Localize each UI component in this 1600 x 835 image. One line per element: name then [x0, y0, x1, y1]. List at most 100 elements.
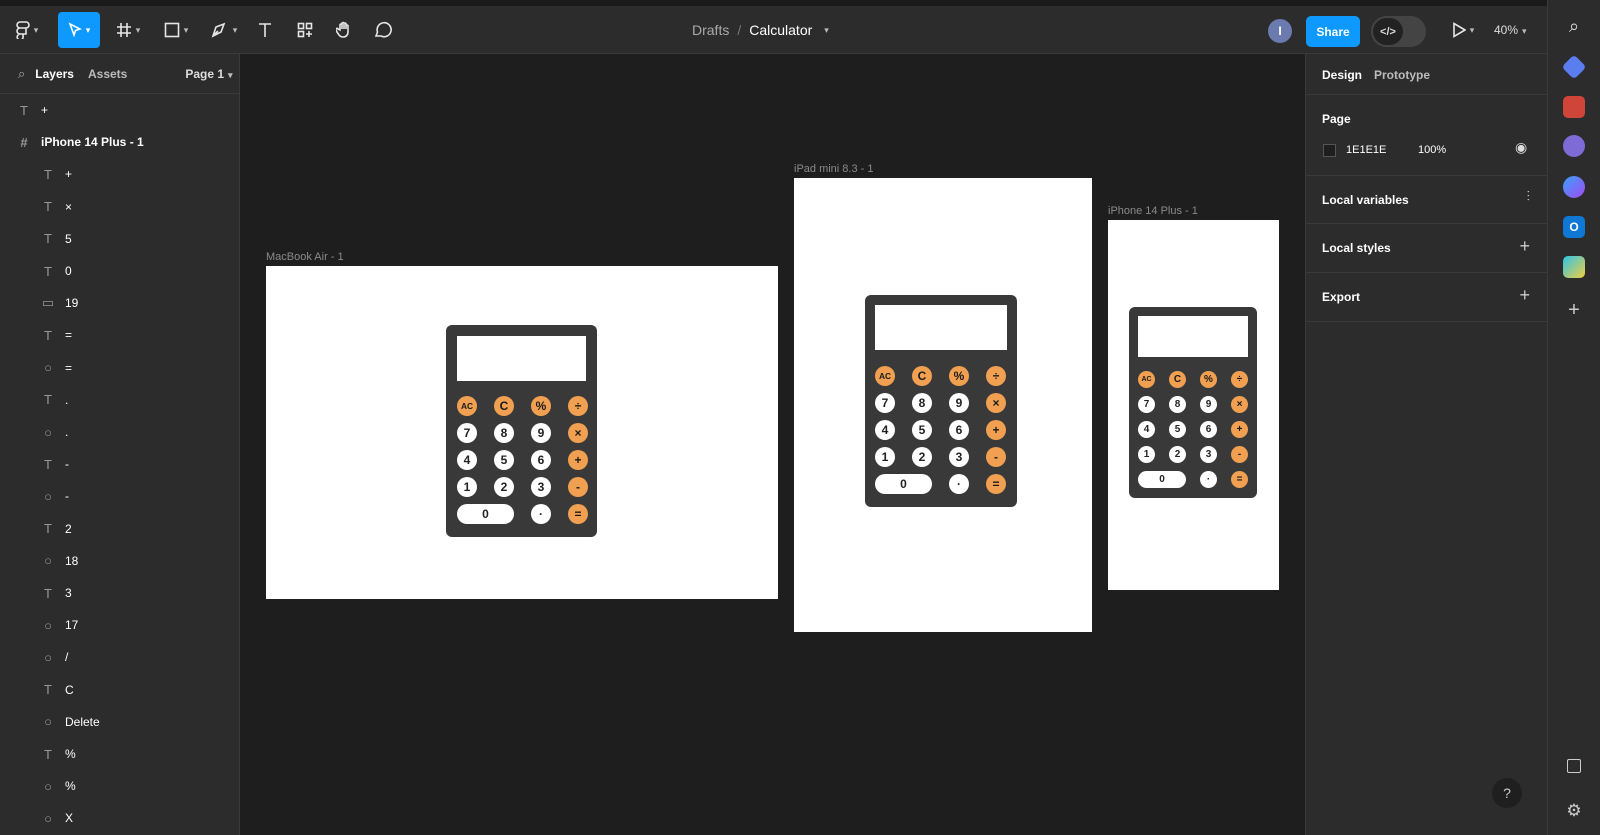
- layer-item[interactable]: T-: [41, 454, 69, 474]
- layer-item[interactable]: ○ 18: [41, 551, 78, 571]
- frame-icon: [116, 23, 131, 37]
- figma-logo-icon: [16, 21, 30, 39]
- tab-prototype[interactable]: Prototype: [1374, 68, 1430, 82]
- file-name[interactable]: Calculator: [749, 22, 812, 38]
- layer-item[interactable]: ○ /: [41, 647, 68, 667]
- move-tool-button[interactable]: ▾: [58, 12, 100, 48]
- layer-item[interactable]: T3: [41, 583, 72, 603]
- layer-label: 18: [65, 553, 79, 568]
- pen-tool-button[interactable]: ▾: [206, 16, 242, 44]
- outlook-app-icon[interactable]: O: [1563, 216, 1585, 238]
- layer-item[interactable]: T +: [41, 164, 72, 184]
- copilot-app-icon[interactable]: [1563, 176, 1585, 198]
- calculator-key: 9: [531, 423, 551, 443]
- sidebar-toggle-icon[interactable]: [1567, 759, 1581, 773]
- shape-tool-button[interactable]: ▾: [158, 16, 194, 44]
- layer-item[interactable]: ○%: [41, 776, 76, 796]
- layer-item[interactable]: ○ -: [41, 486, 69, 506]
- share-button[interactable]: Share: [1306, 16, 1360, 47]
- frame-label-iphone[interactable]: iPhone 14 Plus - 1: [1108, 205, 1198, 217]
- search-icon[interactable]: ⌕: [1563, 15, 1585, 37]
- layer-item[interactable]: T5: [41, 229, 72, 249]
- layer-item[interactable]: ○.: [41, 422, 68, 442]
- layer-item[interactable]: T +: [17, 100, 48, 120]
- plus-icon[interactable]: +: [1519, 236, 1530, 257]
- settings-gear-icon[interactable]: ⚙: [1563, 800, 1585, 822]
- layer-type-icon: ○: [44, 714, 52, 730]
- layer-label: 5: [65, 231, 72, 246]
- layer-label: iPhone 14 Plus - 1: [41, 135, 144, 150]
- layer-type-icon: ○: [44, 810, 52, 826]
- tab-design[interactable]: Design: [1322, 68, 1362, 82]
- frame-label-ipad[interactable]: iPad mini 8.3 - 1: [794, 163, 873, 175]
- avatar[interactable]: I: [1268, 19, 1292, 43]
- help-button[interactable]: ?: [1492, 778, 1522, 808]
- calculator-key: 9: [1200, 396, 1217, 413]
- calculator-key: 6: [949, 420, 969, 440]
- eye-icon[interactable]: ◉: [1515, 139, 1527, 156]
- layer-label: 19: [65, 296, 79, 311]
- sliders-icon[interactable]: ⫶: [1527, 188, 1531, 205]
- export-label: Export: [1322, 290, 1361, 304]
- paper-plane-app-icon[interactable]: [1563, 256, 1585, 278]
- layer-item[interactable]: T =: [41, 325, 72, 345]
- breadcrumb-drafts[interactable]: Drafts: [692, 22, 729, 38]
- add-app-icon[interactable]: +: [1563, 299, 1585, 321]
- page-selector[interactable]: Page 1 ▾: [185, 67, 232, 81]
- toolbox-app-icon[interactable]: [1563, 96, 1585, 118]
- calculator-key: 8: [912, 393, 932, 413]
- layer-label: .: [65, 392, 69, 407]
- layer-item[interactable]: T0: [41, 261, 72, 281]
- present-button[interactable]: ▾: [1448, 16, 1478, 44]
- calculator-key: -: [568, 477, 588, 497]
- frame-iphone-14-plus[interactable]: AC C% ÷ 7 8 9 × 4 5 6 +1 2 3- 0 · =: [1108, 220, 1279, 590]
- page-color-swatch[interactable]: [1323, 144, 1336, 157]
- page-color-value[interactable]: 1E1E1E: [1346, 144, 1386, 156]
- calculator-key: 2: [912, 447, 932, 467]
- layer-item[interactable]: TC: [41, 680, 74, 700]
- text-tool-button[interactable]: [254, 16, 276, 44]
- layer-item[interactable]: # iPhone 14 Plus - 1: [17, 132, 144, 152]
- layer-item[interactable]: ○ =: [41, 358, 72, 378]
- search-icon[interactable]: ⌕: [18, 66, 25, 82]
- page-opacity-value[interactable]: 100%: [1418, 144, 1446, 156]
- layer-item[interactable]: ▭ 19: [41, 293, 79, 313]
- calculator-key: 1: [457, 477, 477, 497]
- canvas[interactable]: MacBook Air - 1 AC C% ÷ 7 8 9 × 4 5 6 +1 2 3-0 · = iPa…: [241, 54, 1304, 835]
- calculator-key: 5: [494, 450, 514, 470]
- layer-type-icon: T: [44, 585, 52, 601]
- layer-label: %: [65, 747, 76, 761]
- plus-icon[interactable]: +: [1519, 285, 1530, 306]
- frame-ipad-mini[interactable]: AC C% ÷ 7 8 9 × 4 5 6 +1 2 3- 0 · =: [794, 178, 1092, 632]
- dev-mode-toggle[interactable]: </>: [1371, 16, 1426, 47]
- layer-item[interactable]: T%: [41, 744, 76, 764]
- layer-label: -: [65, 457, 69, 472]
- frame-tool-button[interactable]: ▾: [110, 16, 146, 44]
- chess-app-icon[interactable]: [1563, 135, 1585, 157]
- comment-tool-button[interactable]: [372, 16, 394, 44]
- layer-label: 17: [65, 618, 79, 633]
- calculator-key: ·: [949, 474, 969, 494]
- tag-app-icon[interactable]: [1561, 54, 1587, 80]
- layer-item[interactable]: T2: [41, 519, 72, 539]
- layer-label: /: [65, 650, 69, 665]
- tab-assets[interactable]: Assets: [88, 67, 127, 81]
- frame-macbook-air[interactable]: AC C% ÷ 7 8 9 × 4 5 6 +1 2 3- 0 · =: [266, 266, 778, 599]
- calculator-key: C: [1169, 371, 1186, 388]
- layer-item[interactable]: T.: [41, 390, 68, 410]
- page-section: Page 1E1E1E 100% ◉: [1306, 95, 1548, 176]
- resources-button[interactable]: [294, 16, 316, 44]
- frame-label-macbook[interactable]: MacBook Air - 1: [266, 251, 344, 263]
- layer-item[interactable]: ○ X: [41, 808, 73, 828]
- hand-tool-button[interactable]: [333, 16, 355, 44]
- layer-item[interactable]: ○ Delete: [41, 712, 100, 732]
- layer-item[interactable]: T ×: [41, 197, 72, 217]
- app-rail: ⌕ O + ⚙: [1547, 0, 1600, 835]
- layer-type-icon: T: [44, 521, 52, 537]
- local-variables-section[interactable]: Local variables ⫶: [1306, 176, 1548, 224]
- layer-item[interactable]: ○ 17: [41, 615, 78, 635]
- main-menu-button[interactable]: ▾: [12, 16, 42, 44]
- tab-layers[interactable]: Layers: [35, 67, 74, 81]
- chevron-down-icon[interactable]: ▾: [824, 25, 829, 36]
- zoom-menu[interactable]: 40% ▾: [1494, 23, 1527, 37]
